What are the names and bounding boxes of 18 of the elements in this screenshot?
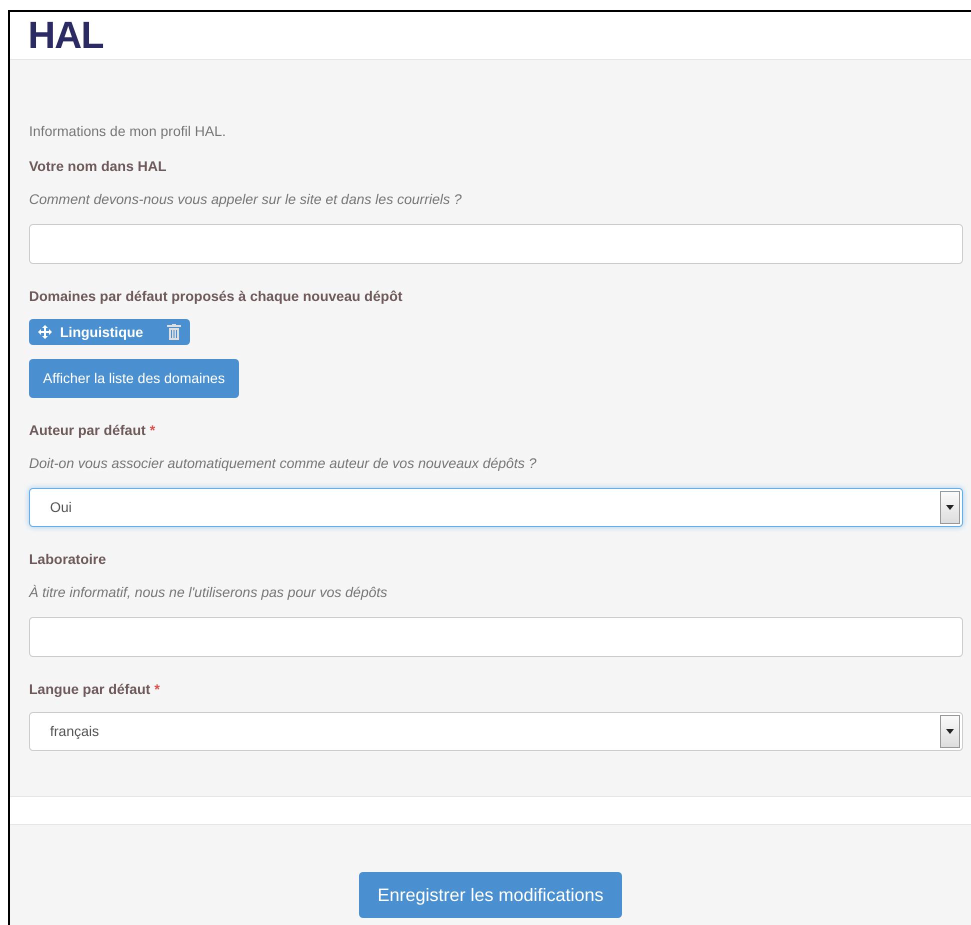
help-text: À titre informatif, nous ne l'utiliserons pas pour vos dépôts xyxy=(29,583,388,602)
field-label: Votre nom dans HAL xyxy=(29,157,166,176)
help-text: Comment devons-nous vous appeler sur le site et dans les courriels ? xyxy=(29,190,463,209)
select-field[interactable]: Oui xyxy=(29,488,963,527)
required-mark: * xyxy=(154,680,160,699)
text-field[interactable] xyxy=(29,224,963,264)
field-label: Domaines par défaut proposés à chaque nouveau dépôt xyxy=(29,287,402,306)
intro-text: Informations de mon profil HAL. xyxy=(29,122,227,141)
field-label: Laboratoire xyxy=(29,550,106,569)
help-text: Doit-on vous associer automatiquement comme auteur de vos nouveaux dépôts ? xyxy=(29,454,538,473)
move-icon[interactable] xyxy=(38,325,52,339)
select-field[interactable]: français xyxy=(29,712,963,751)
field-label: Langue par défaut xyxy=(29,680,150,699)
required-mark: * xyxy=(150,421,156,440)
trash-icon[interactable] xyxy=(167,324,182,340)
text-field[interactable] xyxy=(29,617,963,657)
field-label: Auteur par défaut xyxy=(29,421,146,440)
logo[interactable]: HAL xyxy=(28,16,104,54)
